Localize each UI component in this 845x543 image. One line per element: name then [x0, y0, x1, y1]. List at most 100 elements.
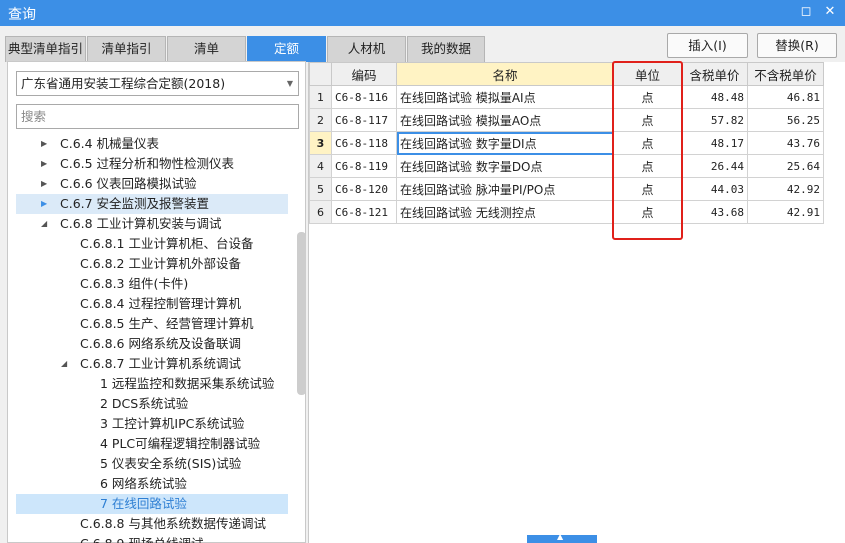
tree-item-label: 5 仪表安全系统(SIS)试验	[100, 456, 242, 471]
tree-item-label: 7 在线回路试验	[100, 496, 187, 511]
tree-item[interactable]: C.6.8.6 网络系统及设备联调	[16, 334, 288, 354]
left-panel: 广东省通用安装工程综合定额(2018) ▼ 搜索 ▶ C.6.4 机械量仪表 ▶ C…	[7, 61, 306, 543]
cell-price-tax[interactable]: 48.17	[681, 131, 748, 155]
tree-item-label: C.6.8.7 工业计算机系统调试	[80, 356, 241, 371]
tree-item-label: C.6.8.8 与其他系统数据传递调试	[80, 516, 266, 531]
cell-code[interactable]: C6-8-118	[331, 131, 397, 155]
cell-code[interactable]: C6-8-119	[331, 154, 397, 178]
cell-price-tax[interactable]: 43.68	[681, 200, 748, 224]
tree-item[interactable]: ◢ C.6.8 工业计算机安装与调试	[16, 214, 288, 234]
tree-item[interactable]: C.6.8.4 过程控制管理计算机	[16, 294, 288, 314]
tree-item[interactable]: C.6.8.2 工业计算机外部设备	[16, 254, 288, 274]
table-row[interactable]: 2 C6-8-117 在线回路试验 模拟量AO点 点 57.82 56.25	[309, 108, 824, 132]
tree-item-label: 4 PLC可编程逻辑控制器试验	[100, 436, 261, 451]
tab-quota[interactable]: 定额	[247, 36, 326, 62]
cell-code[interactable]: C6-8-120	[331, 177, 397, 201]
cell-name[interactable]: 在线回路试验 模拟量AI点	[396, 85, 614, 109]
expand-arrow-icon[interactable]: ▶	[41, 194, 47, 214]
cell-name[interactable]: 在线回路试验 数字量DO点	[396, 154, 614, 178]
cell-price-notax[interactable]: 46.81	[747, 85, 824, 109]
column-header-code[interactable]: 编码	[331, 62, 397, 86]
cell-price-tax[interactable]: 44.03	[681, 177, 748, 201]
cell-price-notax[interactable]: 42.92	[747, 177, 824, 201]
quota-library-select[interactable]: 广东省通用安装工程综合定额(2018) ▼	[16, 71, 299, 96]
tab-my-data[interactable]: 我的数据	[407, 36, 485, 62]
tree-item-current[interactable]: 7 在线回路试验	[16, 494, 288, 514]
cell-price-notax[interactable]: 56.25	[747, 108, 824, 132]
tab-labor-material-machine[interactable]: 人材机	[327, 36, 406, 62]
cell-price-notax[interactable]: 42.91	[747, 200, 824, 224]
tree-item[interactable]: 1 远程监控和数据采集系统试验	[16, 374, 288, 394]
tree-item-label: 3 工控计算机IPC系统试验	[100, 416, 245, 431]
tree-item[interactable]: 3 工控计算机IPC系统试验	[16, 414, 288, 434]
tab-list[interactable]: 清单	[167, 36, 246, 62]
tree-item[interactable]: ▶ C.6.5 过程分析和物性检测仪表	[16, 154, 288, 174]
collapse-arrow-icon[interactable]: ◢	[61, 354, 67, 374]
column-header-name[interactable]: 名称	[396, 62, 614, 86]
tree-item[interactable]: 2 DCS系统试验	[16, 394, 288, 414]
tree-item-label: C.6.5 过程分析和物性检测仪表	[60, 156, 235, 171]
close-icon[interactable]: ✕	[821, 3, 839, 21]
restore-icon[interactable]: ◻	[797, 3, 815, 21]
tree-item[interactable]: C.6.8.9 现场总线调试	[16, 534, 288, 543]
table-header-row: 编码 名称 单位 含税单价 不含税单价	[309, 62, 824, 86]
quota-grid: 编码 名称 单位 含税单价 不含税单价 1 C6-8-116 在线回路试验 模拟…	[308, 62, 845, 543]
tree-item[interactable]: C.6.8.8 与其他系统数据传递调试	[16, 514, 288, 534]
cell-code[interactable]: C6-8-117	[331, 108, 397, 132]
cell-price-notax[interactable]: 43.76	[747, 131, 824, 155]
insert-button[interactable]: 插入(I)	[667, 33, 748, 58]
expand-arrow-icon[interactable]: ▶	[41, 154, 47, 174]
cell-name[interactable]: 在线回路试验 无线测控点	[396, 200, 614, 224]
row-number: 5	[309, 177, 332, 201]
cell-price-tax[interactable]: 26.44	[681, 154, 748, 178]
tree-item-selected[interactable]: ▶ C.6.7 安全监测及报警装置	[16, 194, 288, 214]
tab-typical-list-guide[interactable]: 典型清单指引	[5, 36, 86, 62]
cell-name[interactable]: 在线回路试验 模拟量AO点	[396, 108, 614, 132]
tree-item[interactable]: 5 仪表安全系统(SIS)试验	[16, 454, 288, 474]
tree-item[interactable]: C.6.8.1 工业计算机柜、台设备	[16, 234, 288, 254]
tree-item-label: C.6.8.6 网络系统及设备联调	[80, 336, 241, 351]
tree-scrollbar[interactable]	[297, 232, 306, 395]
chevron-down-icon[interactable]: ▼	[287, 72, 293, 95]
cell-name[interactable]: 在线回路试验 脉冲量PI/PO点	[396, 177, 614, 201]
table-row[interactable]: 5 C6-8-120 在线回路试验 脉冲量PI/PO点 点 44.03 42.9…	[309, 177, 824, 201]
row-number: 2	[309, 108, 332, 132]
tree-item[interactable]: ◢ C.6.8.7 工业计算机系统调试	[16, 354, 288, 374]
unit-column-annotation-box	[612, 61, 683, 240]
row-number: 6	[309, 200, 332, 224]
search-input[interactable]: 搜索	[16, 104, 299, 129]
tree-item[interactable]: C.6.8.3 组件(卡件)	[16, 274, 288, 294]
expand-arrow-icon[interactable]: ▶	[41, 174, 47, 194]
tree-item-label: 2 DCS系统试验	[100, 396, 189, 411]
tree-item[interactable]: ▶ C.6.6 仪表回路模拟试验	[16, 174, 288, 194]
quota-library-value: 广东省通用安装工程综合定额(2018)	[21, 76, 226, 91]
tree-item[interactable]: 6 网络系统试验	[16, 474, 288, 494]
table-row-current[interactable]: 3 C6-8-118 在线回路试验 数字量DI点 点 48.17 43.76	[309, 131, 824, 155]
tree-item[interactable]: ▶ C.6.4 机械量仪表	[16, 134, 288, 154]
table-row[interactable]: 4 C6-8-119 在线回路试验 数字量DO点 点 26.44 25.64	[309, 154, 824, 178]
column-header-price-notax[interactable]: 不含税单价	[747, 62, 824, 86]
table-row[interactable]: 1 C6-8-116 在线回路试验 模拟量AI点 点 48.48 46.81	[309, 85, 824, 109]
cell-price-tax[interactable]: 57.82	[681, 108, 748, 132]
table-row[interactable]: 6 C6-8-121 在线回路试验 无线测控点 点 43.68 42.91	[309, 200, 824, 224]
expand-arrow-icon[interactable]: ▶	[41, 134, 47, 154]
cell-code[interactable]: C6-8-121	[331, 200, 397, 224]
tab-list-guide[interactable]: 清单指引	[87, 36, 166, 62]
tree-item[interactable]: C.6.8.5 生产、经营管理计算机	[16, 314, 288, 334]
collapse-up-icon[interactable]: ▲	[557, 532, 563, 541]
quota-table: 编码 名称 单位 含税单价 不含税单价 1 C6-8-116 在线回路试验 模拟…	[309, 62, 824, 224]
tree-item-label: C.6.8.4 过程控制管理计算机	[80, 296, 241, 311]
replace-button[interactable]: 替换(R)	[757, 33, 837, 58]
cell-price-tax[interactable]: 48.48	[681, 85, 748, 109]
row-number: 3	[309, 131, 332, 155]
tree-item-label: C.6.8 工业计算机安装与调试	[60, 216, 222, 231]
row-number: 1	[309, 85, 332, 109]
collapse-arrow-icon[interactable]: ◢	[41, 214, 47, 234]
column-header-price-tax[interactable]: 含税单价	[681, 62, 748, 86]
cell-price-notax[interactable]: 25.64	[747, 154, 824, 178]
tree-item[interactable]: 4 PLC可编程逻辑控制器试验	[16, 434, 288, 454]
tree-item-label: 1 远程监控和数据采集系统试验	[100, 376, 275, 391]
panel-splitter-handle[interactable]: ▲	[527, 532, 597, 543]
cell-code[interactable]: C6-8-116	[331, 85, 397, 109]
cell-name[interactable]: 在线回路试验 数字量DI点	[396, 131, 614, 155]
